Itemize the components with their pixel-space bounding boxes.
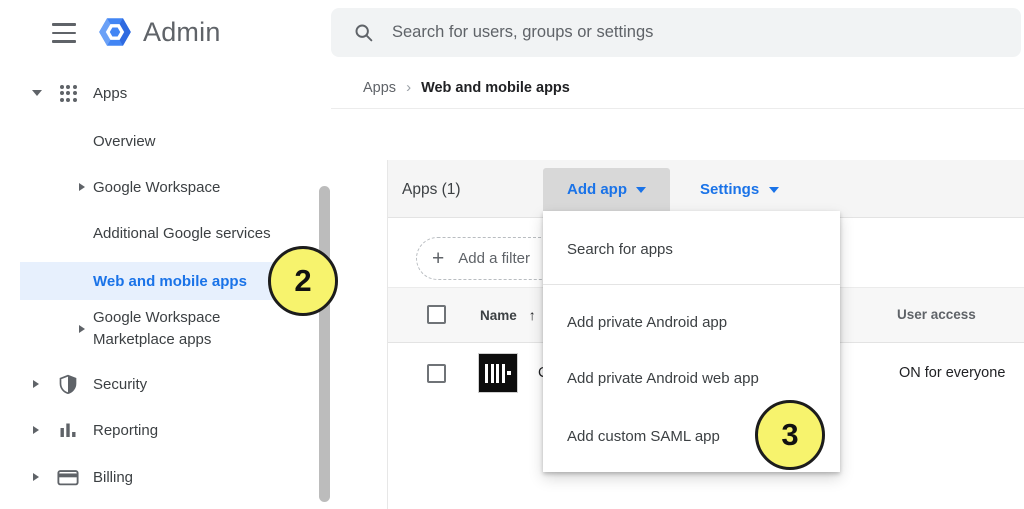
sidebar-item-label: Web and mobile apps xyxy=(93,273,247,290)
sidebar-item-gw-marketplace-apps[interactable]: Google Workspace Marketplace apps xyxy=(0,306,320,352)
add-app-button[interactable]: Add app xyxy=(543,168,670,211)
step-2-callout-badge: 2 xyxy=(268,246,338,316)
breadcrumb-separator: › xyxy=(406,79,411,96)
search-icon xyxy=(353,22,374,43)
name-column-header[interactable]: Name ↑ xyxy=(480,307,536,323)
dropdown-arrow-icon xyxy=(636,187,646,193)
app-logo-icon xyxy=(478,353,518,393)
menu-item-add-private-android-app[interactable]: Add private Android app xyxy=(543,300,840,344)
user-access-column-header: User access xyxy=(897,307,976,322)
sidebar-item-overview[interactable]: Overview xyxy=(0,127,320,155)
add-filter-label: Add a filter xyxy=(458,250,530,267)
sidebar-item-label: Additional Google services xyxy=(93,225,271,242)
admin-hexagon-icon xyxy=(96,13,134,51)
user-access-value: ON for everyone xyxy=(899,365,1005,381)
chevron-right-icon xyxy=(33,473,39,481)
sidebar-item-label: Overview xyxy=(93,133,156,150)
sidebar-scrollbar[interactable] xyxy=(319,186,330,502)
menu-item-add-private-android-web-app[interactable]: Add private Android web app xyxy=(543,356,840,400)
apps-count-label: Apps (1) xyxy=(402,181,461,199)
dropdown-arrow-icon xyxy=(769,187,779,193)
menu-icon[interactable] xyxy=(52,23,76,43)
plus-icon: + xyxy=(432,248,444,269)
sidebar-item-label: Billing xyxy=(93,469,133,486)
bar-chart-icon xyxy=(57,420,79,440)
add-app-button-label: Add app xyxy=(567,181,627,198)
select-all-checkbox[interactable] xyxy=(427,305,446,324)
chevron-right-icon xyxy=(79,325,85,333)
chevron-right-icon xyxy=(79,183,85,191)
chevron-right-icon xyxy=(33,380,39,388)
breadcrumb-apps-link[interactable]: Apps xyxy=(363,80,396,96)
sidebar-item-label: Reporting xyxy=(93,422,158,439)
brand-title: Admin xyxy=(143,17,221,48)
chevron-right-icon xyxy=(33,426,39,434)
sidebar-item-security[interactable]: Security xyxy=(0,370,320,398)
sidebar-item-apps[interactable]: Apps xyxy=(0,79,320,107)
step-3-callout-badge: 3 xyxy=(755,400,825,470)
shield-icon xyxy=(57,373,79,395)
sidebar-item-label: Security xyxy=(93,376,147,393)
settings-button[interactable]: Settings xyxy=(700,168,779,211)
global-search-bar[interactable] xyxy=(331,8,1021,57)
header-divider xyxy=(331,108,1024,109)
sidebar-item-label: Google Workspace xyxy=(93,179,220,196)
menu-item-search-for-apps[interactable]: Search for apps xyxy=(543,227,840,271)
sort-ascending-icon: ↑ xyxy=(529,307,536,323)
sidebar-item-label: Apps xyxy=(93,85,127,102)
search-input[interactable] xyxy=(392,23,1009,42)
sidebar-item-billing[interactable]: Billing xyxy=(0,463,320,491)
apps-grid-icon xyxy=(57,85,79,102)
breadcrumb: Apps › Web and mobile apps xyxy=(363,79,570,96)
sidebar-item-google-workspace[interactable]: Google Workspace xyxy=(0,173,320,201)
settings-button-label: Settings xyxy=(700,181,759,198)
sidebar-item-additional-google-services[interactable]: Additional Google services xyxy=(0,219,320,247)
sidebar-item-reporting[interactable]: Reporting xyxy=(0,416,320,444)
row-checkbox[interactable] xyxy=(427,364,446,383)
sidebar-item-label: Google Workspace Marketplace apps xyxy=(93,307,253,351)
credit-card-icon xyxy=(57,468,79,487)
menu-divider xyxy=(543,284,840,285)
admin-logo[interactable]: Admin xyxy=(96,13,221,51)
breadcrumb-current-page: Web and mobile apps xyxy=(421,80,570,96)
chevron-down-icon xyxy=(32,90,42,96)
